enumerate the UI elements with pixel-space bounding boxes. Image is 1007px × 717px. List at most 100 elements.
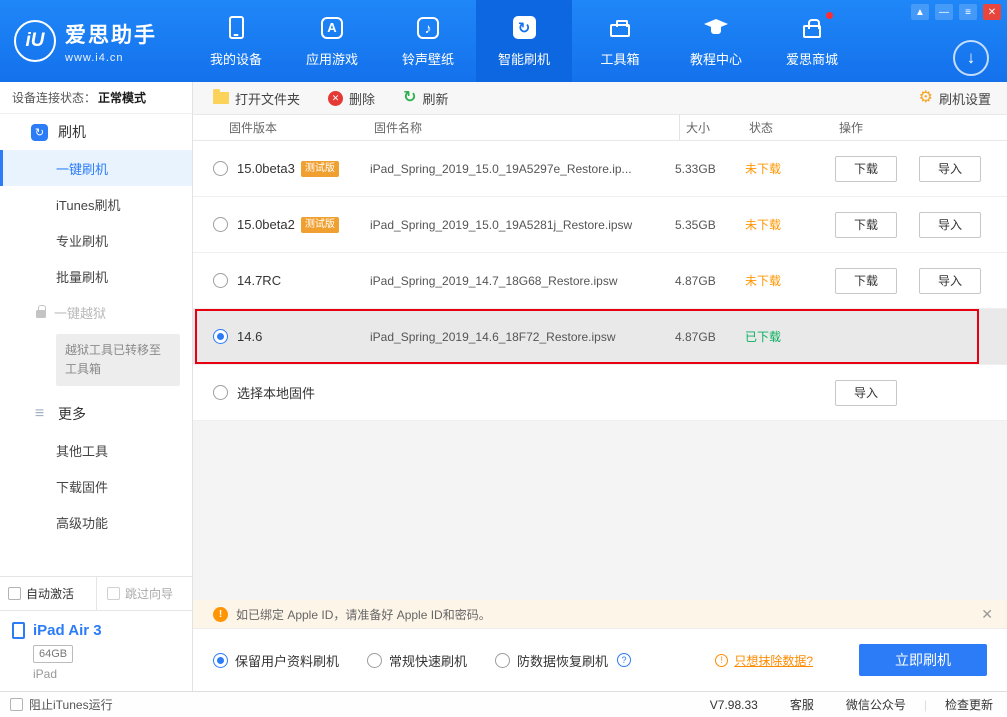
download-status: 已下载 bbox=[745, 330, 782, 344]
tutorial-icon bbox=[704, 15, 728, 41]
col-size: 大小 bbox=[679, 115, 749, 140]
table-row[interactable]: 14.7RC iPad_Spring_2019_14.7_18G68_Resto… bbox=[193, 253, 1007, 309]
firmware-version: 14.6 bbox=[237, 329, 263, 344]
firmware-size: 4.87GB bbox=[675, 329, 716, 344]
mall-icon bbox=[803, 15, 821, 41]
flash-settings-button[interactable]: ⚙ 刷机设置 bbox=[919, 89, 991, 108]
checkbox-icon bbox=[10, 698, 23, 711]
folder-icon bbox=[213, 89, 229, 104]
device-icon bbox=[228, 15, 244, 41]
lock-icon bbox=[36, 305, 46, 318]
firmware-name: iPad_Spring_2019_14.7_18G68_Restore.ipsw bbox=[370, 273, 618, 288]
delete-button[interactable]: ✕ 删除 bbox=[328, 89, 375, 108]
menu-icon[interactable]: ≡ bbox=[959, 4, 977, 20]
mode-keep-user-data[interactable]: 保留用户资料刷机 bbox=[213, 651, 339, 670]
import-button[interactable]: 导入 bbox=[919, 155, 981, 182]
nav-tutorial-center[interactable]: 教程中心 bbox=[668, 0, 764, 82]
erase-data-link[interactable]: 只想抹除数据? bbox=[734, 652, 813, 669]
download-button[interactable]: 下载 bbox=[835, 155, 897, 182]
import-button[interactable]: 导入 bbox=[835, 379, 897, 406]
beta-badge: 测试版 bbox=[300, 216, 339, 233]
sidebar-item-advanced-features[interactable]: 高级功能 bbox=[0, 504, 192, 540]
firmware-size: 5.35GB bbox=[675, 217, 716, 232]
local-firmware-label: 选择本地固件 bbox=[237, 386, 316, 401]
flash-now-button[interactable]: 立即刷机 bbox=[859, 644, 987, 676]
support-link[interactable]: 客服 bbox=[790, 696, 814, 713]
radio-icon bbox=[367, 652, 383, 668]
block-itunes-checkbox[interactable]: 阻止iTunes运行 bbox=[10, 696, 113, 713]
main-nav: 我的设备 A 应用游戏 ♪ 铃声壁纸 ↻ 智能刷机 工具箱 教程中心 爱思商城 bbox=[188, 0, 860, 82]
col-firmware-version: 固件版本 bbox=[229, 121, 278, 135]
nav-apps-games[interactable]: A 应用游戏 bbox=[284, 0, 380, 82]
col-firmware-name: 固件名称 bbox=[374, 121, 423, 135]
mode-anti-recovery[interactable]: 防数据恢复刷机 ? bbox=[495, 651, 632, 670]
warning-icon: ! bbox=[213, 606, 228, 622]
download-manager-button[interactable]: ↓ bbox=[953, 40, 989, 76]
firmware-radio[interactable] bbox=[213, 217, 228, 232]
tablet-icon bbox=[12, 622, 25, 639]
smart-flash-icon: ↻ bbox=[512, 15, 536, 41]
firmware-name: iPad_Spring_2019_14.6_18F72_Restore.ipsw bbox=[370, 329, 616, 344]
download-button[interactable]: 下载 bbox=[835, 211, 897, 238]
table-row[interactable]: 15.0beta3 测试版 iPad_Spring_2019_15.0_19A5… bbox=[193, 141, 1007, 197]
sidebar-item-download-firmware[interactable]: 下载固件 bbox=[0, 468, 192, 504]
device-capacity-badge: 64GB bbox=[33, 645, 74, 663]
sidebar-item-batch-flash[interactable]: 批量刷机 bbox=[0, 258, 192, 294]
help-icon[interactable]: ? bbox=[617, 653, 632, 667]
firmware-version: 15.0beta2 测试版 bbox=[237, 216, 370, 233]
table-row-selected[interactable]: 14.6 iPad_Spring_2019_14.6_18F72_Restore… bbox=[193, 309, 1007, 365]
window-controls: ▲ — ≡ ✕ bbox=[911, 4, 1001, 20]
flash-section-icon: ↻ bbox=[31, 123, 48, 141]
import-button[interactable]: 导入 bbox=[919, 267, 981, 294]
ringtone-icon: ♪ bbox=[417, 15, 439, 41]
refresh-icon: ↻ bbox=[403, 89, 417, 106]
connected-device-info: iPad Air 3 64GB iPad bbox=[0, 610, 192, 691]
open-folder-button[interactable]: 打开文件夹 bbox=[213, 89, 300, 108]
table-row-local-firmware[interactable]: 选择本地固件 导入 bbox=[193, 365, 1007, 421]
top-bar: iU 爱思助手 www.i4.cn 我的设备 A 应用游戏 ♪ 铃声壁纸 ↻ 智… bbox=[0, 0, 1007, 82]
firmware-toolbar: 打开文件夹 ✕ 删除 ↻ 刷新 ⚙ 刷机设置 bbox=[193, 82, 1007, 115]
import-button[interactable]: 导入 bbox=[919, 211, 981, 238]
nav-smart-flash[interactable]: ↻ 智能刷机 bbox=[476, 0, 572, 82]
wechat-link[interactable]: 微信公众号 bbox=[846, 696, 906, 713]
sidebar-item-one-click-flash[interactable]: 一键刷机 bbox=[0, 150, 192, 186]
divider: | bbox=[923, 697, 927, 712]
nav-my-device[interactable]: 我的设备 bbox=[188, 0, 284, 82]
info-icon: ! bbox=[715, 653, 729, 667]
nav-mall[interactable]: 爱思商城 bbox=[764, 0, 860, 82]
sidebar-section-flash[interactable]: ↻ 刷机 bbox=[0, 114, 192, 150]
nav-ringtones-wallpapers[interactable]: ♪ 铃声壁纸 bbox=[380, 0, 476, 82]
firmware-name: iPad_Spring_2019_15.0_19A5281j_Restore.i… bbox=[370, 217, 633, 232]
app-logo: iU 爱思助手 www.i4.cn bbox=[0, 0, 188, 82]
minimize-icon[interactable]: — bbox=[935, 4, 953, 20]
table-row[interactable]: 15.0beta2 测试版 iPad_Spring_2019_15.0_19A5… bbox=[193, 197, 1007, 253]
table-empty-area bbox=[193, 421, 1007, 600]
sidebar-item-jailbreak[interactable]: 一键越狱 bbox=[0, 294, 192, 330]
pin-icon[interactable]: ▲ bbox=[911, 4, 929, 20]
skip-wizard-checkbox[interactable]: 跳过向导 bbox=[97, 585, 173, 602]
firmware-radio[interactable] bbox=[213, 385, 228, 400]
sidebar-section-more[interactable]: ≡ 更多 bbox=[0, 396, 192, 432]
notice-close-icon[interactable]: ✕ bbox=[981, 606, 993, 623]
sidebar-item-itunes-flash[interactable]: iTunes刷机 bbox=[0, 186, 192, 222]
auto-activate-checkbox[interactable]: 自动激活 bbox=[0, 577, 97, 610]
close-icon[interactable]: ✕ bbox=[983, 4, 1001, 20]
nav-toolbox[interactable]: 工具箱 bbox=[572, 0, 668, 82]
more-section-icon: ≡ bbox=[34, 405, 45, 423]
download-button[interactable]: 下载 bbox=[835, 267, 897, 294]
sidebar-item-pro-flash[interactable]: 专业刷机 bbox=[0, 222, 192, 258]
notification-dot bbox=[826, 12, 833, 19]
status-bar: 阻止iTunes运行 V7.98.33 客服 微信公众号 | 检查更新 bbox=[0, 691, 1007, 717]
sidebar-item-other-tools[interactable]: 其他工具 bbox=[0, 432, 192, 468]
refresh-button[interactable]: ↻ 刷新 bbox=[403, 89, 448, 108]
check-update-link[interactable]: 检查更新 bbox=[945, 696, 993, 713]
firmware-name: iPad_Spring_2019_15.0_19A5297e_Restore.i… bbox=[370, 161, 632, 176]
firmware-radio[interactable] bbox=[213, 273, 228, 288]
checkbox-icon bbox=[8, 587, 21, 600]
firmware-version: 15.0beta3 测试版 bbox=[237, 160, 370, 177]
firmware-radio[interactable] bbox=[213, 161, 228, 176]
mode-normal-fast[interactable]: 常规快速刷机 bbox=[367, 651, 467, 670]
firmware-radio-selected[interactable] bbox=[213, 329, 228, 344]
checkbox-icon bbox=[107, 587, 120, 600]
jailbreak-moved-note: 越狱工具已转移至工具箱 bbox=[56, 334, 180, 387]
